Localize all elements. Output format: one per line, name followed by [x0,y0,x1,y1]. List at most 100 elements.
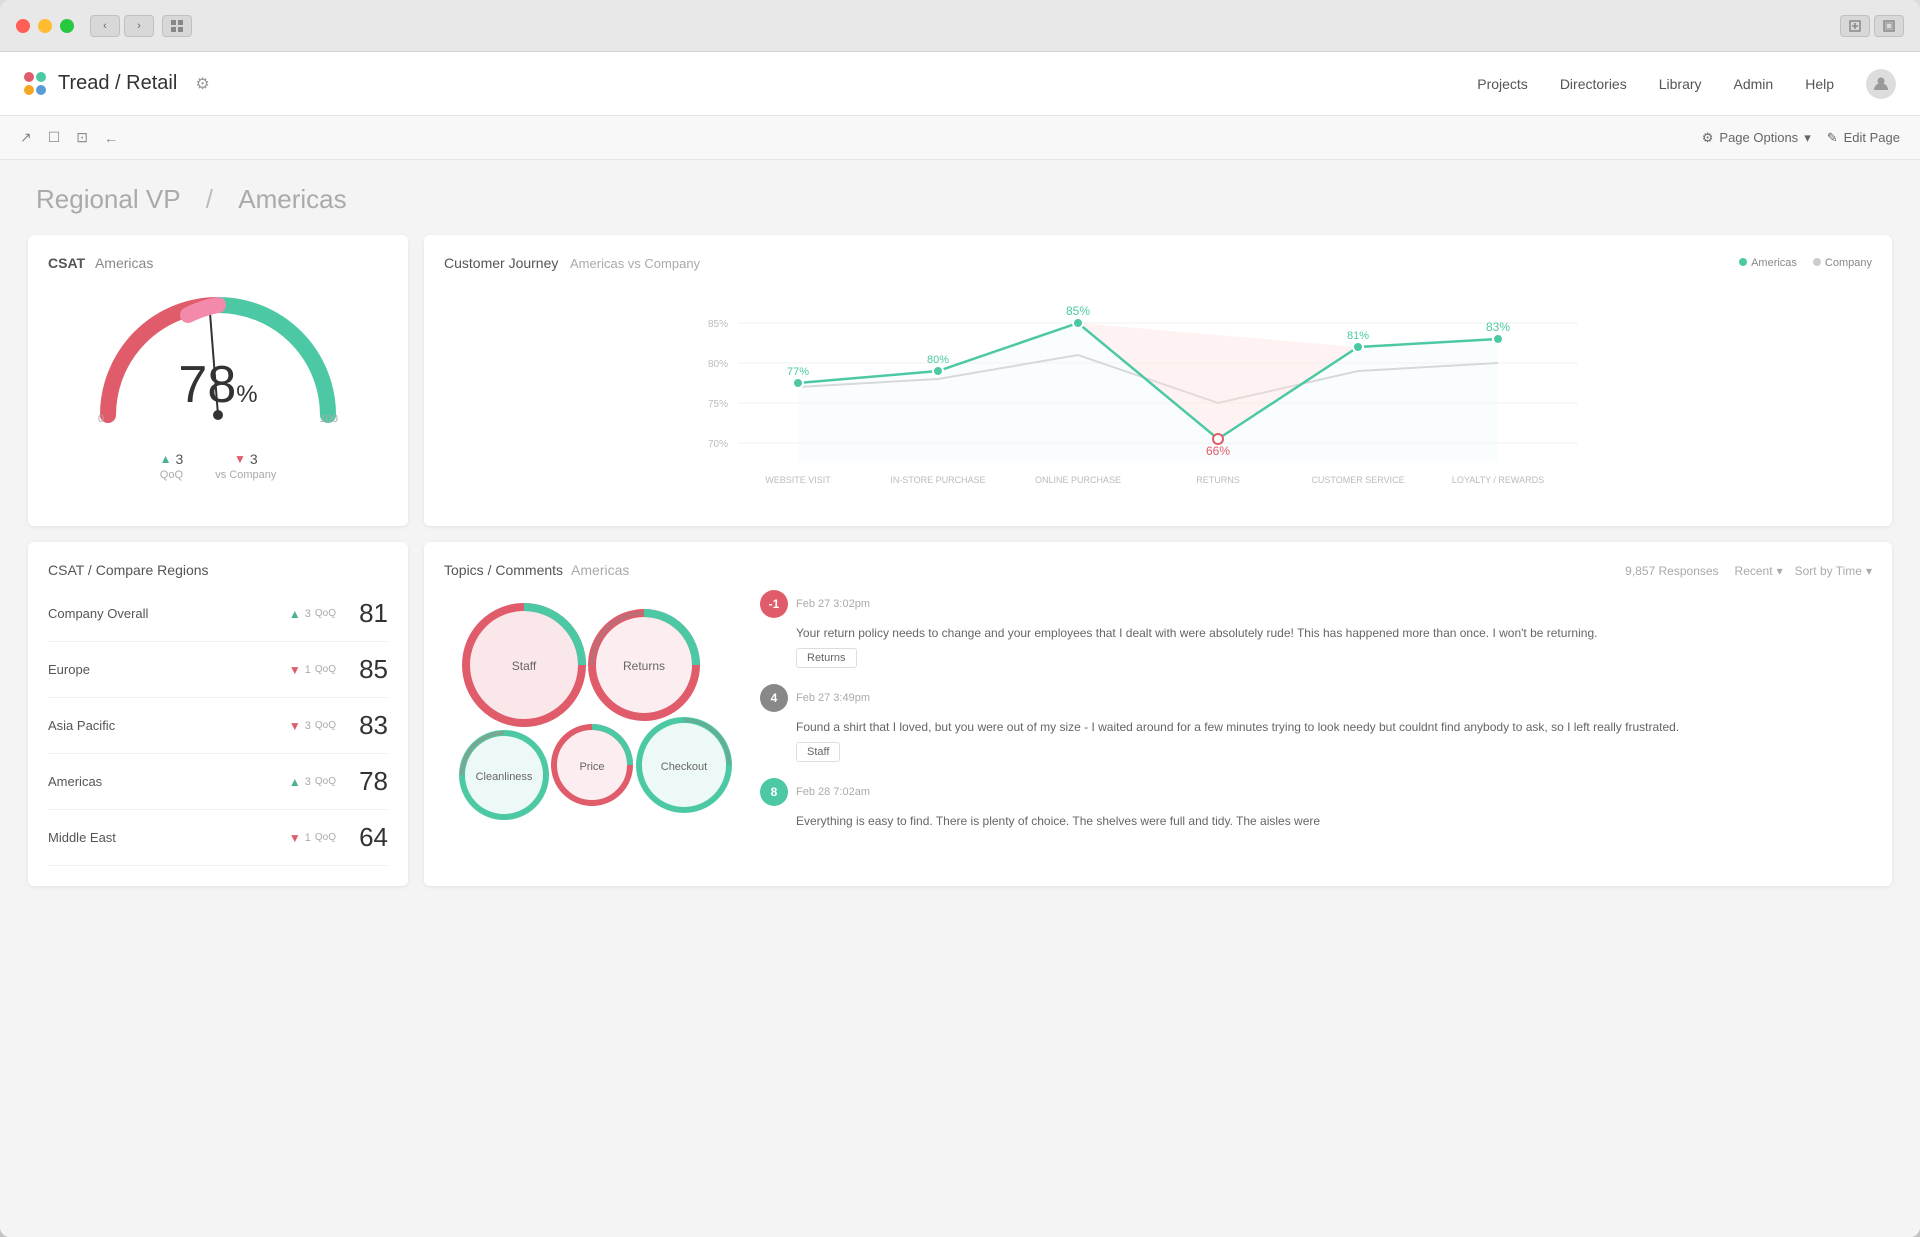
journey-header: Customer Journey Americas vs Company Ame… [444,255,1872,271]
edit-page-label: Edit Page [1844,130,1900,145]
comment-text-1: Your return policy needs to change and y… [796,624,1872,642]
forward-button[interactable]: › [124,15,154,37]
copy-icon[interactable]: ⊡ [76,129,88,146]
svg-text:75%: 75% [708,399,728,410]
chevron-down-icon: ▾ [1777,564,1783,578]
minimize-button[interactable] [38,19,52,33]
vs-label: vs Company [215,469,276,481]
gear-icon: ⚙ [1702,130,1714,146]
page-options-button[interactable]: ⚙ Page Options ▾ [1702,130,1811,146]
window-action-2[interactable] [1874,15,1904,37]
nav-projects[interactable]: Projects [1477,76,1528,92]
back-icon[interactable]: ← [104,130,118,146]
region-trend-americas: ▲ 3 QoQ [289,775,336,789]
comment-badge-3: 8 [760,778,788,806]
mac-window-controls[interactable] [16,19,74,33]
region-name-asia: Asia Pacific [48,718,289,733]
edit-page-button[interactable]: ✎ Edit Page [1827,130,1900,146]
region-row-europe[interactable]: Europe ▼ 1 QoQ 85 [48,642,388,698]
topics-title: Topics / Comments [444,562,563,578]
brand-title: Tread / Retail [58,72,177,95]
journey-legend: Americas Company [1739,257,1872,269]
qoq-arrow: ▲ [160,452,172,466]
gauge-number: 78 [178,356,236,414]
dashboard-row1: CSAT Americas [28,235,1892,526]
toolbar: ↗ ☐ ⊡ ← ⚙ Page Options ▾ ✎ Edit Page [0,116,1920,160]
comment-tag-2[interactable]: Staff [796,742,840,762]
sort-filter[interactable]: Sort by Time ▾ [1795,564,1872,578]
brand-logo [24,72,48,96]
trend-arrow: ▼ [289,831,301,845]
fullscreen-button[interactable] [60,19,74,33]
breadcrumb-separator: / [206,184,213,214]
svg-text:70%: 70% [708,439,728,450]
close-button[interactable] [16,19,30,33]
vs-metric: ▼ 3 vs Company [215,451,276,481]
region-trend-europe: ▼ 1 QoQ [289,663,336,677]
comment-time-2: Feb 27 3:49pm [796,692,870,704]
grid-view-button[interactable] [162,15,192,37]
logo-dot-3 [24,85,34,95]
user-avatar[interactable] [1866,69,1896,99]
region-row-company[interactable]: Company Overall ▲ 3 QoQ 81 [48,586,388,642]
svg-text:81%: 81% [1347,330,1369,342]
toolbar-left: ↗ ☐ ⊡ ← [20,129,118,146]
comment-item-2: 4 Feb 27 3:49pm Found a shirt that I lov… [760,684,1872,762]
journey-card: Customer Journey Americas vs Company Ame… [424,235,1892,526]
toolbar-right: ⚙ Page Options ▾ ✎ Edit Page [1702,130,1900,146]
comments-area: -1 Feb 27 3:02pm Your return policy need… [760,590,1872,846]
topics-body: Staff Returns Price [444,590,1872,846]
region-score-middleeast: 64 [352,822,388,853]
region-row-middleeast[interactable]: Middle East ▼ 1 QoQ 64 [48,810,388,866]
brand: Tread / Retail ⚙ [24,72,210,96]
region-score-asia: 83 [352,710,388,741]
qoq-label: QoQ [160,469,184,481]
sort-label: Sort by Time [1795,564,1862,578]
logo-dot-1 [24,72,34,82]
journey-title-area: Customer Journey Americas vs Company [444,255,700,271]
legend-company: Company [1813,257,1872,269]
logo-dot-2 [36,72,46,82]
region-row-asia[interactable]: Asia Pacific ▼ 3 QoQ 83 [48,698,388,754]
recent-filter[interactable]: Recent ▾ [1735,564,1783,578]
journey-chart-svg: 70% 75% 80% 85% [444,283,1872,503]
comment-badge-2: 4 [760,684,788,712]
comment-text-3: Everything is easy to find. There is ple… [796,812,1872,830]
logo-dot-4 [36,85,46,95]
csat-content: 78% 0 100 ▲ 3 QoQ [48,275,388,481]
svg-text:85%: 85% [1066,304,1090,318]
mac-titlebar: ‹ › [0,0,1920,52]
window-action-1[interactable] [1840,15,1870,37]
save-icon[interactable]: ☐ [48,129,61,146]
comment-time-3: Feb 28 7:02am [796,786,870,798]
csat-title-text: CSAT [48,255,85,271]
svg-text:83%: 83% [1486,320,1510,334]
region-trend-asia: ▼ 3 QoQ [289,719,336,733]
comment-item-3: 8 Feb 28 7:02am Everything is easy to fi… [760,778,1872,830]
comment-time-1: Feb 27 3:02pm [796,598,870,610]
region-rows: Company Overall ▲ 3 QoQ 81 Europe ▼ [48,586,388,866]
topics-header: Topics / Comments Americas 9,857 Respons… [444,562,1872,578]
comment-tag-1[interactable]: Returns [796,648,857,668]
gauge-min: 0 [98,413,104,425]
region-score-americas: 78 [352,766,388,797]
settings-icon[interactable]: ⚙ [195,74,209,94]
svg-text:Returns: Returns [623,659,665,673]
trend-value: 3 [305,720,311,732]
region-score-company: 81 [352,598,388,629]
response-count: 9,857 Responses [1625,564,1718,578]
share-icon[interactable]: ↗ [20,129,32,146]
nav-admin[interactable]: Admin [1734,76,1774,92]
back-button[interactable]: ‹ [90,15,120,37]
nav-help[interactable]: Help [1805,76,1834,92]
gauge-value: 78% [178,355,257,415]
nav-library[interactable]: Library [1659,76,1702,92]
compare-card-title: CSAT / Compare Regions [48,562,388,578]
svg-text:ONLINE PURCHASE: ONLINE PURCHASE [1035,475,1121,485]
topics-bubbles-svg: Staff Returns Price [444,590,744,830]
nav-directories[interactable]: Directories [1560,76,1627,92]
svg-text:Price: Price [579,761,604,773]
region-row-americas[interactable]: Americas ▲ 3 QoQ 78 [48,754,388,810]
trend-arrow: ▲ [289,607,301,621]
compare-regions-card: CSAT / Compare Regions Company Overall ▲… [28,542,408,886]
